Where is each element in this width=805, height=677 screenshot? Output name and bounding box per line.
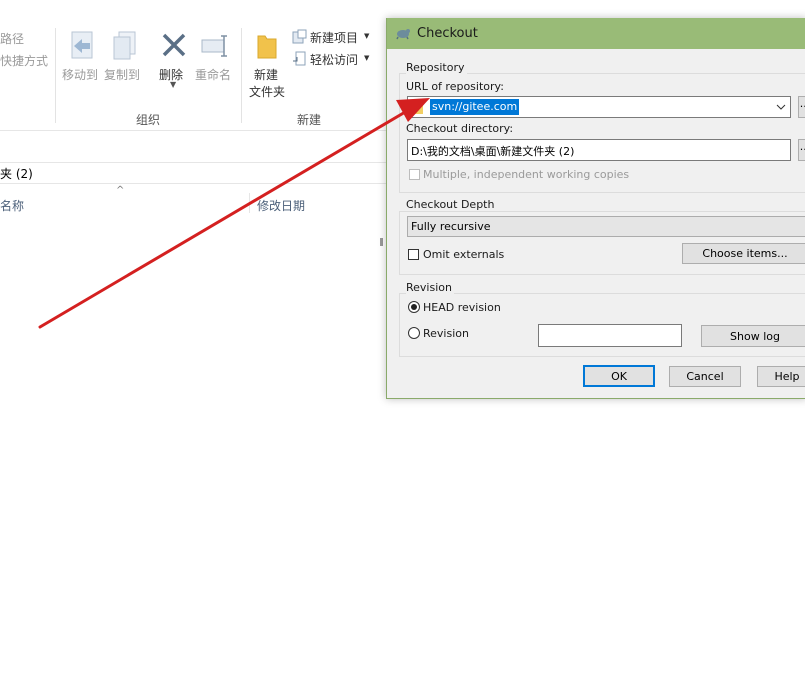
annotation-arrow-shaft <box>38 106 414 329</box>
annotation-arrow-head <box>396 98 430 122</box>
annotation-arrow <box>38 98 430 329</box>
